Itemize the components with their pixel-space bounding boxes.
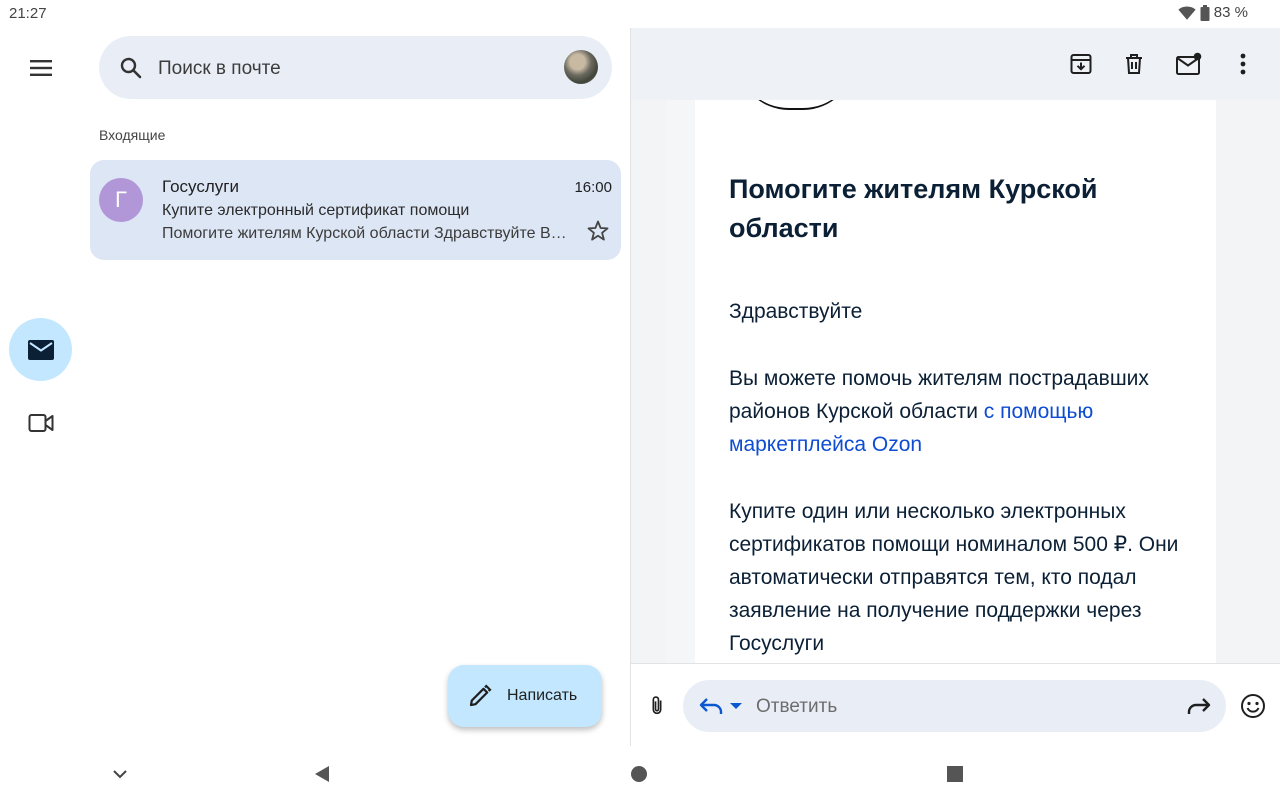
emoji-icon[interactable] (1240, 693, 1266, 719)
inbox-label: Входящие (99, 127, 166, 143)
home-icon (631, 766, 647, 782)
recents-button[interactable] (944, 763, 966, 785)
search-input[interactable]: Поиск в почте (158, 58, 281, 80)
battery-icon (1200, 4, 1210, 21)
wifi-icon (1178, 6, 1196, 20)
chevron-down-icon (113, 769, 127, 778)
search-icon (120, 57, 142, 79)
reply-icon[interactable] (699, 695, 723, 717)
email-body: Помогите жителям Курской области Здравст… (695, 100, 1216, 663)
message-subject: Купите электронный сертификат помощи (162, 202, 470, 219)
compose-label: Написать (507, 687, 578, 704)
star-icon[interactable] (586, 219, 610, 243)
attach-icon[interactable] (646, 695, 668, 717)
more-options-button[interactable] (1229, 50, 1257, 78)
search-bar[interactable]: Поиск в почте (99, 36, 612, 99)
message-snippet: Помогите жителям Курской области Здравст… (162, 225, 576, 242)
video-icon (28, 414, 54, 432)
compose-button[interactable]: Написать (448, 665, 602, 727)
battery-percent: 83 % (1213, 4, 1248, 21)
email-title: Помогите жителям Курской области (729, 174, 1098, 243)
archive-button[interactable] (1067, 50, 1095, 78)
forward-icon[interactable] (1186, 695, 1212, 717)
hide-keyboard-button[interactable] (109, 763, 131, 785)
chevron-down-icon[interactable] (729, 700, 743, 712)
status-indicators: 83 % (1178, 4, 1248, 21)
reply-input[interactable]: Ответить (756, 696, 837, 718)
email-greeting: Здравствуйте (729, 300, 863, 323)
trash-icon (1126, 54, 1142, 74)
menu-button[interactable] (28, 55, 53, 80)
email-paragraph-1: Вы можете помочь жителям пострадавших ра… (729, 362, 1189, 461)
mark-unread-icon (1176, 52, 1202, 75)
mark-unread-button[interactable] (1175, 50, 1203, 78)
status-time: 21:27 (9, 5, 47, 22)
sender-logo (737, 100, 855, 110)
reply-field[interactable]: Ответить (683, 680, 1226, 732)
status-bar: 21:27 83 % (0, 0, 1280, 28)
list-item[interactable]: Г Госуслуги 16:00 Купите электронный сер… (90, 160, 621, 260)
more-vert-icon (1240, 53, 1246, 75)
recents-icon (947, 766, 963, 782)
mail-icon (27, 339, 54, 360)
menu-icon (29, 59, 52, 76)
home-button[interactable] (628, 763, 650, 785)
reader-toolbar (631, 28, 1280, 100)
email-viewport[interactable]: Помогите жителям Курской области Здравст… (631, 100, 1280, 663)
pencil-icon (469, 684, 492, 707)
email-paragraph-2: Купите один или несколько электронных се… (729, 500, 1179, 655)
back-icon (315, 766, 329, 782)
message-sender: Госуслуги (162, 177, 239, 196)
nav-mail-button[interactable] (9, 318, 72, 381)
account-avatar[interactable] (564, 50, 598, 84)
sender-avatar[interactable]: Г (99, 178, 143, 222)
delete-button[interactable] (1120, 50, 1148, 78)
reply-bar: Ответить (631, 663, 1280, 747)
system-nav-bar (0, 746, 1280, 800)
archive-icon (1070, 54, 1092, 74)
nav-meet-button[interactable] (26, 409, 56, 437)
message-time: 16:00 (574, 179, 612, 196)
back-button[interactable] (311, 763, 333, 785)
